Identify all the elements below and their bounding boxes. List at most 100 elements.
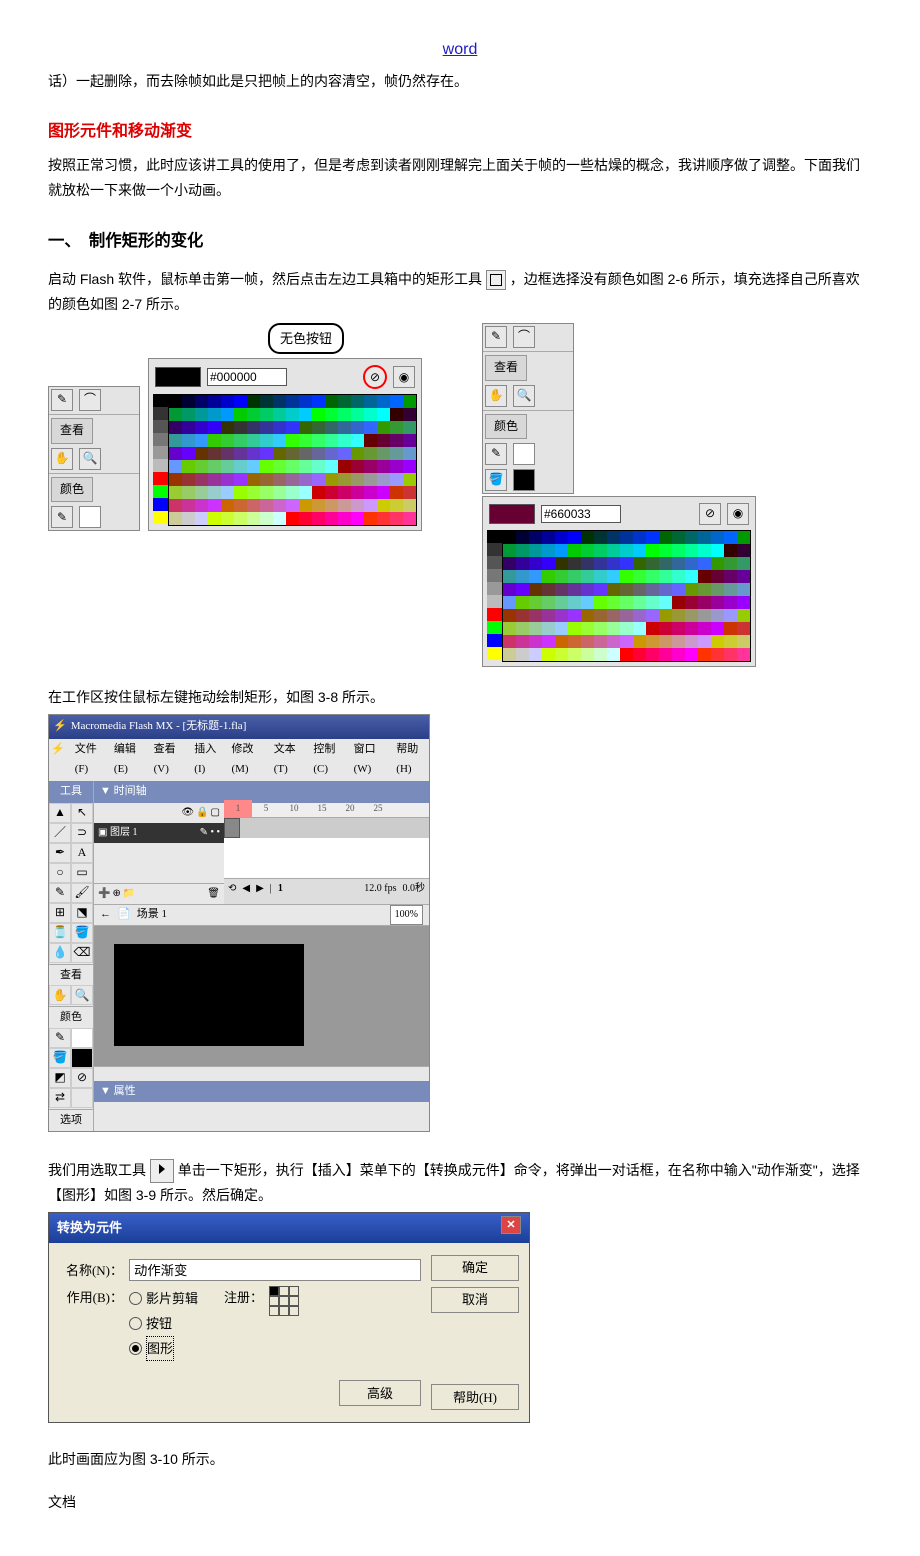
options-label: 选项: [49, 1111, 93, 1131]
timeline-header: ▼ 时间轴: [94, 781, 429, 803]
arrow-tool[interactable]: ▲: [49, 803, 71, 823]
color-label: 颜色: [49, 1008, 93, 1028]
color-wheel-icon[interactable]: ◉: [727, 503, 749, 525]
outline-icon[interactable]: ▢: [211, 804, 220, 822]
grayscale-column[interactable]: [487, 530, 502, 662]
menu-item[interactable]: 帮助(H): [396, 740, 427, 780]
grayscale-column[interactable]: [153, 394, 168, 526]
eyedropper-tool[interactable]: 💧: [49, 943, 71, 963]
layer-icon: ▣: [98, 824, 107, 842]
paragraph: 此时画面应为图 3-10 所示。: [48, 1447, 872, 1472]
transform-tool[interactable]: ⊞: [49, 903, 71, 923]
keyframe[interactable]: [224, 818, 240, 838]
no-color-button[interactable]: ⊘: [363, 365, 387, 389]
section-heading: 图形元件和移动渐变: [48, 118, 872, 147]
eraser-icon: ⌒: [79, 389, 101, 411]
swap-colors[interactable]: ⇄: [49, 1088, 71, 1108]
hex-input[interactable]: [541, 505, 621, 523]
lasso-tool[interactable]: ⊃: [71, 823, 93, 843]
window-titlebar: ⚡ Macromedia Flash MX - [无标题-1.fla]: [49, 715, 429, 739]
fill-swatch[interactable]: [71, 1048, 93, 1068]
name-label: 名称(N)：: [59, 1259, 123, 1282]
fill-swatch[interactable]: [513, 469, 535, 491]
lock-icon[interactable]: 🔒: [196, 804, 208, 822]
registration-label: 注册：: [224, 1290, 263, 1305]
scrollbar[interactable]: [94, 1066, 429, 1081]
zoom-icon: 🔍: [513, 385, 535, 407]
menu-item[interactable]: 窗口(W): [354, 740, 387, 780]
menu-bar[interactable]: ⚡ 文件(F) 编辑(E) 查看(V) 插入(I) 修改(M) 文本(T) 控制…: [49, 739, 429, 781]
stroke-color[interactable]: ✎: [49, 1028, 71, 1048]
view-label: 查看: [49, 966, 93, 986]
radio-graphic[interactable]: 图形: [129, 1336, 198, 1361]
text-tool[interactable]: A: [71, 843, 93, 863]
zoom-tool[interactable]: 🔍: [71, 985, 93, 1005]
stroke-icon: ✎: [485, 443, 507, 465]
fill-color[interactable]: 🪣: [49, 1048, 71, 1068]
fps-label: 12.0 fps: [364, 880, 396, 898]
menu-item[interactable]: 文件(F): [75, 740, 104, 780]
menu-item[interactable]: 插入(I): [194, 740, 221, 780]
default-colors[interactable]: ◩: [49, 1068, 71, 1088]
stage[interactable]: [94, 926, 429, 1066]
help-button[interactable]: 帮助(H): [431, 1384, 519, 1410]
trash-icon[interactable]: 🗑: [207, 885, 220, 903]
radio-button[interactable]: 按钮: [129, 1312, 198, 1335]
hand-tool[interactable]: ✋: [49, 985, 71, 1005]
paint-bucket-tool[interactable]: 🪣: [71, 923, 93, 943]
brush-tool[interactable]: 🖌: [71, 883, 93, 903]
menu-item[interactable]: 修改(M): [231, 740, 263, 780]
menu-item[interactable]: 查看(V): [154, 740, 185, 780]
eye-icon[interactable]: 👁: [181, 804, 194, 822]
panel-label-view: 查看: [51, 418, 93, 444]
scene-name[interactable]: 场景 1: [137, 905, 167, 925]
no-color[interactable]: ⊘: [71, 1068, 93, 1088]
radio-movieclip[interactable]: 影片剪辑: [129, 1287, 198, 1310]
tools-header: 工具: [49, 781, 93, 803]
layer-name[interactable]: 图层 1: [110, 824, 138, 842]
properties-header[interactable]: ▼ 属性: [94, 1081, 429, 1103]
stroke-swatch[interactable]: [71, 1028, 93, 1048]
header-link[interactable]: word: [48, 36, 872, 65]
menu-item[interactable]: 控制(C): [313, 740, 343, 780]
hex-input[interactable]: [207, 368, 287, 386]
app-icon: ⚡: [51, 740, 65, 780]
ok-button[interactable]: 确定: [431, 1255, 519, 1281]
close-icon[interactable]: ✕: [501, 1216, 521, 1234]
oval-tool[interactable]: ○: [49, 863, 71, 883]
name-input[interactable]: [129, 1259, 421, 1281]
add-guide-icon[interactable]: ⊕: [112, 885, 120, 903]
color-palette[interactable]: [168, 394, 417, 526]
fill-transform-tool[interactable]: ⬔: [71, 903, 93, 923]
no-color-button[interactable]: ⊘: [699, 503, 721, 525]
add-folder-icon[interactable]: 📁: [123, 885, 135, 903]
color-wheel-icon[interactable]: ◉: [393, 366, 415, 388]
subsection-heading: 一、 制作矩形的变化: [48, 227, 872, 256]
ink-bottle-tool[interactable]: 🫙: [49, 923, 71, 943]
pen-tool[interactable]: ✒: [49, 843, 71, 863]
rectangle-tool-icon: [486, 270, 506, 290]
eraser-tool[interactable]: ⌫: [71, 943, 93, 963]
zoom-icon: 🔍: [79, 448, 101, 470]
timeline-ruler[interactable]: 1510152025: [224, 803, 429, 818]
hand-icon: ✋: [51, 448, 73, 470]
current-swatch: [489, 504, 535, 524]
eraser-icon: ⌒: [513, 326, 535, 348]
app-icon: ⚡: [53, 717, 67, 737]
registration-grid[interactable]: [269, 1286, 297, 1314]
menu-item[interactable]: 文本(T): [274, 740, 304, 780]
advanced-button[interactable]: 高级: [339, 1380, 421, 1406]
pencil-icon: ✎: [485, 326, 507, 348]
pencil-tool[interactable]: ✎: [49, 883, 71, 903]
rect-tool[interactable]: ▭: [71, 863, 93, 883]
line-tool[interactable]: ／: [49, 823, 71, 843]
menu-item[interactable]: 编辑(E): [114, 740, 144, 780]
drawn-rectangle[interactable]: [114, 944, 304, 1046]
subselect-tool[interactable]: ↖: [71, 803, 93, 823]
zoom-input[interactable]: 100%: [390, 905, 423, 925]
stroke-swatch[interactable]: [79, 506, 101, 528]
color-palette[interactable]: [502, 530, 751, 662]
stroke-swatch[interactable]: [513, 443, 535, 465]
add-layer-icon[interactable]: ➕: [98, 885, 110, 903]
cancel-button[interactable]: 取消: [431, 1287, 519, 1313]
